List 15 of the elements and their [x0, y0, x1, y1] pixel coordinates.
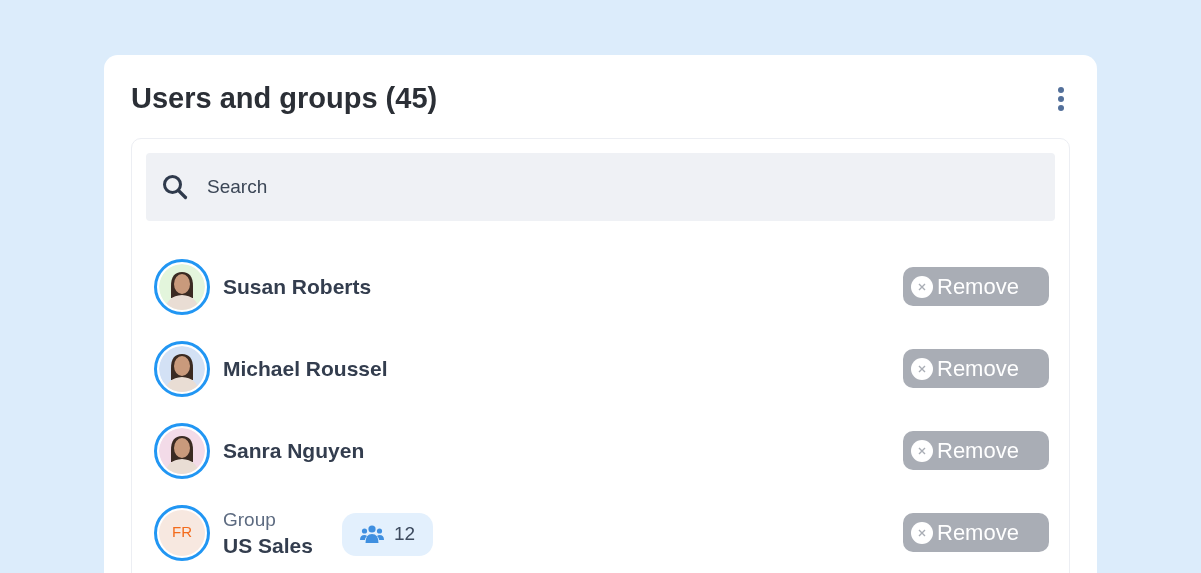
search-field[interactable]: Search: [146, 152, 1055, 221]
member-name: US Sales: [223, 532, 313, 559]
close-icon: [911, 275, 933, 298]
card-title: Users and groups (45): [131, 81, 438, 116]
member-name: Sanra Nguyen: [223, 437, 365, 464]
member-name: Susan Roberts: [223, 273, 372, 300]
member-type: Group: [223, 507, 277, 532]
member-name: Michael Roussel: [223, 355, 388, 382]
close-icon: [911, 521, 933, 544]
close-icon: [911, 357, 933, 380]
people-icon: [359, 525, 384, 543]
group-initials: FR: [172, 522, 192, 543]
search-icon: [162, 173, 188, 200]
close-icon: [911, 439, 933, 462]
member-count: 12: [393, 521, 416, 546]
